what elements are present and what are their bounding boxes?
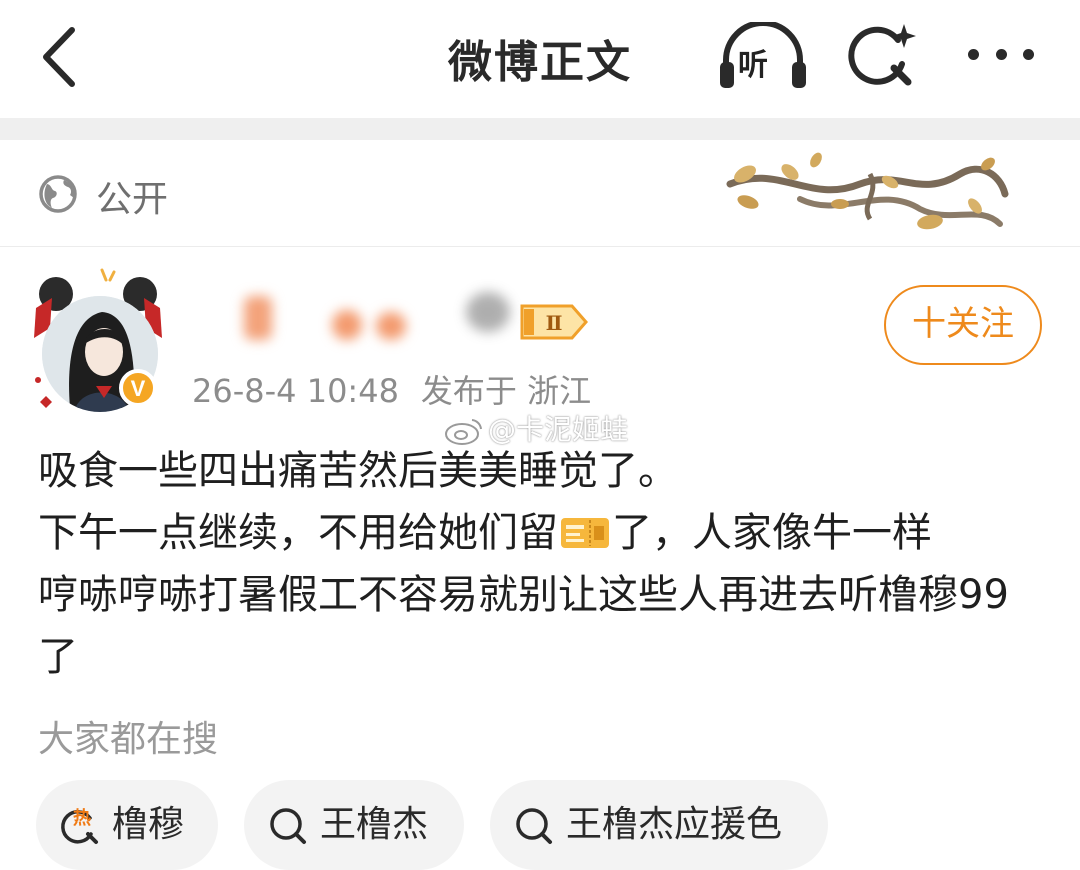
post-text-segment: 下午一点继续，不用给她们留	[38, 510, 558, 556]
post-timestamp: 26-8-4 10:48	[192, 372, 399, 410]
section-divider	[0, 118, 1080, 140]
follow-button[interactable]: 十关注	[884, 285, 1042, 365]
chevron-left-icon	[43, 27, 75, 87]
visibility-row: 公开	[0, 140, 1080, 247]
level-badge: Ⅱ	[520, 304, 588, 340]
avatar-image: V	[34, 268, 162, 412]
post-meta: 26-8-4 10:48 发布于 浙江	[192, 366, 591, 412]
chip-label: 王橹杰应援色	[566, 804, 783, 845]
top-navbar: 微博正文 听	[0, 0, 1080, 118]
svg-text:V: V	[131, 376, 146, 401]
chip-label: 橹穆	[112, 804, 185, 845]
redaction-blob	[466, 292, 510, 332]
avatar[interactable]: V	[30, 268, 170, 418]
author-name-redacted[interactable]	[240, 290, 530, 350]
svg-text:Ⅱ: Ⅱ	[546, 311, 563, 335]
redaction-blob	[332, 310, 362, 340]
listen-label: 听	[738, 48, 768, 83]
search-icon	[516, 808, 552, 844]
branch-decoration	[726, 152, 1009, 230]
search-icon	[270, 808, 306, 844]
post-text-line: 下午一点继续，不用给她们留 了，人家像牛一样	[38, 502, 1048, 564]
redaction-blob	[376, 312, 406, 340]
post-body: 吸食一些四出痛苦然后美美睡觉了。 下午一点继续，不用给她们留 了，人家像牛一样 哼…	[38, 440, 1048, 688]
hot-search-icon: 热	[61, 807, 98, 844]
post-text-line: 哼哧哼哧打暑假工不容易就别让这些人再进去听橹穆99了	[38, 572, 1009, 680]
post-text-line: 吸食一些四出痛苦然后美美睡觉了。	[38, 448, 678, 494]
more-dot	[968, 49, 979, 60]
trending-chip-lumu[interactable]: 热 橹穆	[36, 780, 218, 870]
chip-label: 王橹杰	[320, 804, 429, 845]
trending-chip-wanglujie-color[interactable]: 王橹杰应援色	[490, 780, 828, 870]
post-text-segment: 了，人家像牛一样	[612, 510, 932, 556]
trending-title: 大家都在搜	[38, 719, 219, 760]
trending-chip-wanglujie[interactable]: 王橹杰	[244, 780, 464, 870]
redaction-blob	[244, 296, 272, 340]
back-button[interactable]	[36, 22, 86, 92]
search-button[interactable]	[846, 20, 920, 92]
listen-button[interactable]: 听	[718, 22, 808, 92]
visibility-label: 公开	[96, 179, 169, 220]
more-dot	[1023, 49, 1034, 60]
more-dot	[996, 49, 1007, 60]
globe-icon	[39, 175, 77, 213]
post-location: 发布于 浙江	[420, 372, 592, 410]
search-sparkle-icon	[848, 24, 916, 86]
ticket-emoji-icon	[561, 518, 609, 548]
more-button[interactable]	[960, 34, 1040, 74]
svg-text:热: 热	[73, 807, 91, 829]
